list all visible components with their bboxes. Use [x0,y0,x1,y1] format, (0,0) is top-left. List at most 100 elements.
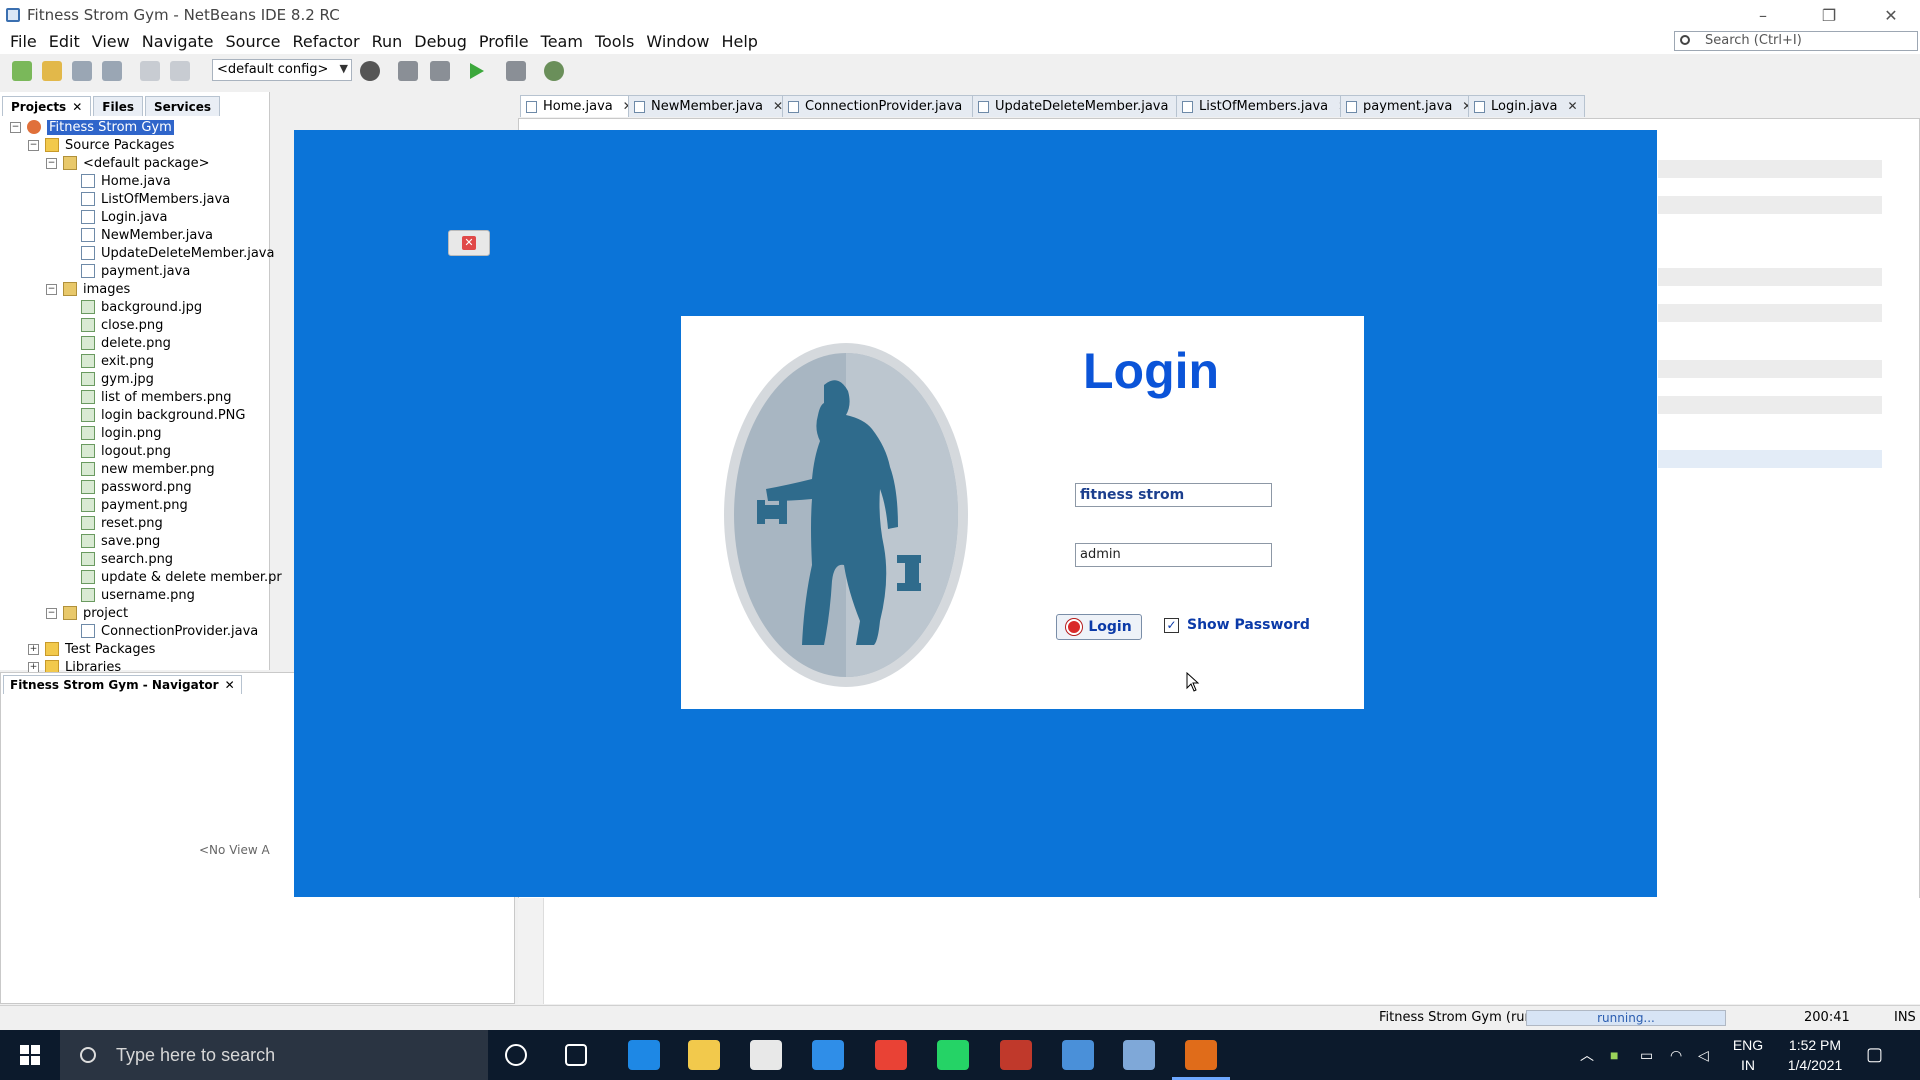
collapse-icon[interactable]: − [46,283,57,295]
cortana-icon[interactable] [505,1044,527,1066]
tree-item[interactable]: UpdateDeleteMember.java [64,244,274,262]
menu-item-window[interactable]: Window [640,33,715,51]
tree-item[interactable]: update & delete member.pr [64,568,282,586]
menu-item-edit[interactable]: Edit [43,33,86,51]
chrome-icon[interactable] [875,1040,907,1070]
editor-tab[interactable]: NewMember.java ✕ [628,95,791,117]
expand-icon[interactable]: + [28,661,39,673]
tree-item[interactable]: login.png [64,424,162,442]
clean-build-icon[interactable] [430,61,450,81]
battery-icon[interactable]: ▭ [1640,1045,1653,1065]
wifi-icon[interactable]: ◠ [1670,1045,1682,1065]
tab-files[interactable]: Files [93,96,143,116]
menu-item-source[interactable]: Source [220,33,287,51]
java-icon[interactable] [1185,1040,1217,1070]
editor-tab[interactable]: ListOfMembers.java✕ [1176,95,1356,117]
start-button[interactable] [0,1030,60,1080]
new-file-icon[interactable] [12,61,32,81]
save-all-icon[interactable] [102,61,122,81]
tree-item[interactable]: list of members.png [64,388,231,406]
menu-item-help[interactable]: Help [715,33,763,51]
volume-icon[interactable]: ◁ [1698,1045,1709,1065]
tree-item[interactable]: Login.java [64,208,167,226]
redo-icon[interactable] [170,61,190,81]
username-field[interactable]: fitness strom [1075,483,1272,507]
browser-icon[interactable] [360,61,380,81]
editor-tab[interactable]: UpdateDeleteMember.java✕ [972,95,1196,117]
tree-item[interactable]: Home.java [64,172,171,190]
collapse-icon[interactable]: − [46,607,57,619]
menu-item-profile[interactable]: Profile [473,33,535,51]
tree-item[interactable]: background.jpg [64,298,202,316]
menu-item-debug[interactable]: Debug [408,33,473,51]
tree-item[interactable]: close.png [64,316,163,334]
checkbox-icon[interactable]: ✓ [1164,617,1179,633]
ide-search-input[interactable]: Search (Ctrl+I) [1674,31,1918,51]
menu-item-team[interactable]: Team [535,33,589,51]
tree-item[interactable]: − project [46,604,128,622]
notifications-icon[interactable]: ▢ [1866,1044,1883,1064]
tree-item[interactable]: logout.png [64,442,171,460]
menu-item-tools[interactable]: Tools [589,33,640,51]
run-icon[interactable] [470,63,484,79]
tree-item[interactable]: gym.jpg [64,370,154,388]
tree-item[interactable]: payment.png [64,496,188,514]
build-icon[interactable] [398,61,418,81]
tree-item[interactable]: search.png [64,550,173,568]
show-password-checkbox[interactable]: ✓ Show Password [1164,617,1310,633]
collapse-icon[interactable]: − [10,121,21,133]
tree-item[interactable]: − Fitness Strom Gym [10,118,174,136]
tree-item[interactable]: NewMember.java [64,226,213,244]
expand-icon[interactable]: + [28,643,39,655]
task-view-icon[interactable] [565,1044,587,1066]
file-explorer-icon[interactable] [688,1040,720,1070]
store-icon[interactable] [750,1040,782,1070]
menu-item-view[interactable]: View [86,33,136,51]
edge-icon[interactable] [628,1040,660,1070]
close-icon[interactable]: ✕ [72,100,82,114]
whatsapp-icon[interactable] [937,1040,969,1070]
language-indicator[interactable]: ENG IN [1728,1035,1768,1075]
tab-projects[interactable]: Projects ✕ [2,96,92,116]
qbittorrent-icon[interactable] [1062,1040,1094,1070]
new-project-icon[interactable] [42,61,62,81]
menu-item-run[interactable]: Run [366,33,409,51]
debug-icon[interactable] [506,61,526,81]
close-icon[interactable]: ✕ [1567,99,1577,113]
mail-icon[interactable] [812,1040,844,1070]
menu-item-file[interactable]: File [4,33,43,51]
password-field[interactable]: admin [1075,543,1272,567]
close-window-button[interactable]: ✕ [1862,0,1920,30]
collapse-icon[interactable]: − [46,157,57,169]
config-select[interactable]: <default config> ▼ [212,59,352,81]
menu-item-navigate[interactable]: Navigate [136,33,220,51]
tray-chevron-icon[interactable]: ︿ [1580,1045,1594,1065]
tab-services[interactable]: Services [144,96,221,116]
virtualbox-icon[interactable] [1123,1040,1155,1070]
tree-item[interactable]: ListOfMembers.java [64,190,230,208]
open-project-icon[interactable] [72,61,92,81]
frame-close-button[interactable]: ✕ [448,230,490,256]
editor-tab[interactable]: payment.java✕ [1340,95,1480,117]
tree-item[interactable]: username.png [64,586,195,604]
taskbar-search[interactable]: Type here to search [60,1030,488,1080]
tree-item[interactable]: − images [46,280,130,298]
tree-item[interactable]: + Test Packages [28,640,155,658]
login-button[interactable]: Login [1056,614,1142,640]
collapse-icon[interactable]: − [28,139,39,151]
profile-icon[interactable] [544,61,564,81]
tree-item[interactable]: save.png [64,532,160,550]
tree-item[interactable]: − Source Packages [28,136,174,154]
restore-button[interactable]: ❐ [1800,0,1858,30]
editor-tab[interactable]: ConnectionProvider.java✕ [782,95,990,117]
tree-item[interactable]: delete.png [64,334,171,352]
tree-item[interactable]: login background.PNG [64,406,245,424]
undo-icon[interactable] [140,61,160,81]
tree-item[interactable]: reset.png [64,514,163,532]
minimize-button[interactable]: – [1734,0,1792,30]
editor-tab[interactable]: Login.java ✕ [1468,95,1585,117]
tree-item[interactable]: − <default package> [46,154,210,172]
tray-app-icon[interactable]: ■ [1610,1045,1618,1065]
tree-item[interactable]: ConnectionProvider.java [64,622,258,640]
tree-item[interactable]: password.png [64,478,192,496]
